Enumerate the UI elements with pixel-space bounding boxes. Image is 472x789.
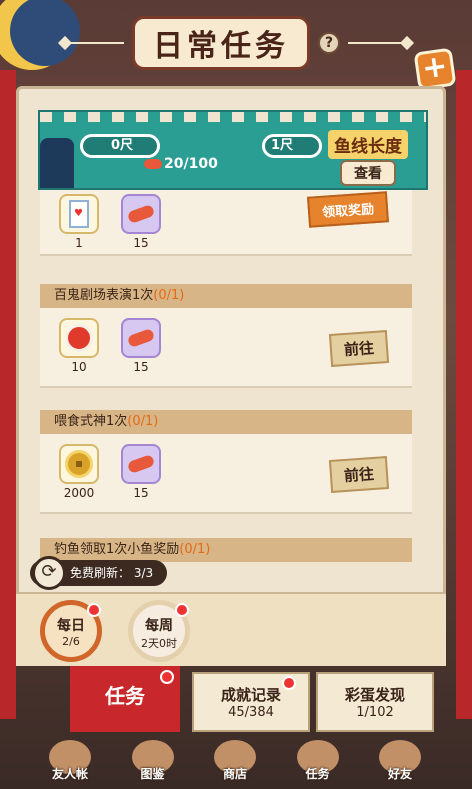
tab-easter-eggs-count: 1/102 [356,705,394,720]
claim-reward-button[interactable]: 领取奖励 [307,191,389,228]
task-rewards: 1 15 领取奖励 [40,190,412,256]
view-button[interactable]: 查看 [340,160,396,186]
reward-box [121,444,161,484]
bait-count-value: 20/100 [164,156,218,172]
task-progress: (0/1) [127,414,159,429]
reward-qty: 15 [133,236,149,250]
task-title: 百鬼剧场表演1次(0/1) [40,284,412,308]
nav-encyclopedia[interactable]: 图鉴 [123,740,183,786]
reward-box [59,194,99,234]
task-name: 钓鱼领取1次小鱼奖励 [54,542,180,557]
tab-weekly[interactable]: 每周 2天0时 [128,600,190,662]
line-gauge-right: 1尺 [262,134,322,158]
bait-worm-icon [126,203,156,225]
reward-qty: 2000 [63,486,95,500]
task-name: 百鬼剧场表演1次 [54,288,154,303]
bottom-tabs: 任务 成就记录 45/384 彩蛋发现 1/102 [70,666,440,732]
title-ornament-right [348,42,408,44]
left-curtain [0,70,16,719]
header: 日常任务 ? [0,16,472,70]
reward-item[interactable]: 15 [116,194,166,250]
task-item: 钓鱼领取1次小鱼奖励(0/1) [40,538,412,562]
line-gauge-left: 0尺 [80,134,160,158]
bait-worm-icon [144,159,162,169]
bottom-nav: 友人帐 图鉴 商店 任务 好友 [40,740,430,786]
right-curtain [456,70,472,719]
bait-worm-icon [126,453,156,475]
period-tabs: 每日 2/6 每周 2天0时 [16,592,446,666]
reward-box [121,194,161,234]
go-button[interactable]: 前往 [328,330,390,367]
task-title: 喂食式神1次(0/1) [40,410,412,434]
nav-shop[interactable]: 商店 [205,740,265,786]
tab-weekly-label: 每周 [145,618,173,634]
refresh-icon: ⟳ [32,556,66,590]
nav-label: 任务 [305,767,330,781]
page-title: 日常任务 [132,16,310,70]
refresh-label: 免费刷新： [70,566,131,580]
notification-dot [282,676,296,690]
reward-item[interactable]: 15 [116,318,166,374]
task-item: 百鬼剧场表演1次(0/1) 10 15 前往 [40,284,412,388]
tab-daily[interactable]: 每日 2/6 [40,600,102,662]
nav-label: 好友 [387,767,412,781]
task-item: 喂食式神1次(0/1) 2000 15 前往 [40,410,412,514]
reward-item[interactable]: 1 [54,194,104,250]
tab-daily-progress: 2/6 [62,635,80,648]
nav-friends[interactable]: 好友 [370,740,430,786]
reward-qty: 10 [71,360,87,374]
tab-tasks[interactable]: 任务 [70,666,180,732]
tab-weekly-timer: 2天0时 [141,637,177,650]
reward-qty: 15 [133,360,149,374]
tab-daily-label: 每日 [57,618,85,634]
nav-label: 图鉴 [140,767,165,781]
nav-friends-book[interactable]: 友人帐 [40,740,100,786]
gold-coin-icon [65,450,93,478]
task-name: 喂食式神1次 [54,414,128,429]
bait-count: 20/100 [144,156,218,172]
title-ornament-left [64,42,124,44]
reward-qty: 1 [75,236,83,250]
free-refresh-button[interactable]: ⟳ 免费刷新： 3/3 [30,556,168,590]
help-icon[interactable]: ? [318,32,340,54]
ninja-character-icon [40,138,74,188]
reward-item[interactable]: 10 [54,318,104,374]
notification-dot [175,603,189,617]
nav-label: 商店 [222,767,247,781]
nav-label: 友人帐 [51,767,88,781]
refresh-count: 3/3 [133,566,154,580]
nav-tasks[interactable]: 任务 [288,740,348,786]
milk-carton-icon [69,200,89,228]
notification-dot [160,670,174,684]
reward-box [59,318,99,358]
reward-item[interactable]: 2000 [54,444,104,500]
fishing-line-banner: 0尺 1尺 20/100 鱼线长度 查看 [38,110,428,190]
tab-tasks-label: 任务 [105,684,145,708]
reward-box [121,318,161,358]
task-progress: (0/1) [179,542,211,557]
task-item: 1 15 领取奖励 [40,190,412,256]
bait-worm-icon [126,327,156,349]
add-button[interactable]: + [413,47,457,91]
tab-achievements-count: 45/384 [228,705,274,720]
reward-box [59,444,99,484]
task-rewards: 2000 15 前往 [40,434,412,514]
reward-qty: 15 [133,486,149,500]
red-scroll-icon [65,324,93,352]
tab-easter-eggs-label: 彩蛋发现 [344,686,405,704]
go-button[interactable]: 前往 [328,456,390,493]
fishing-line-title: 鱼线长度 [328,130,408,159]
notification-dot [87,603,101,617]
reward-item[interactable]: 15 [116,444,166,500]
tab-achievements[interactable]: 成就记录 45/384 [192,672,310,732]
task-rewards: 10 15 前往 [40,308,412,388]
tab-easter-eggs[interactable]: 彩蛋发现 1/102 [316,672,434,732]
task-title: 钓鱼领取1次小鱼奖励(0/1) [40,538,412,562]
task-progress: (0/1) [153,288,185,303]
